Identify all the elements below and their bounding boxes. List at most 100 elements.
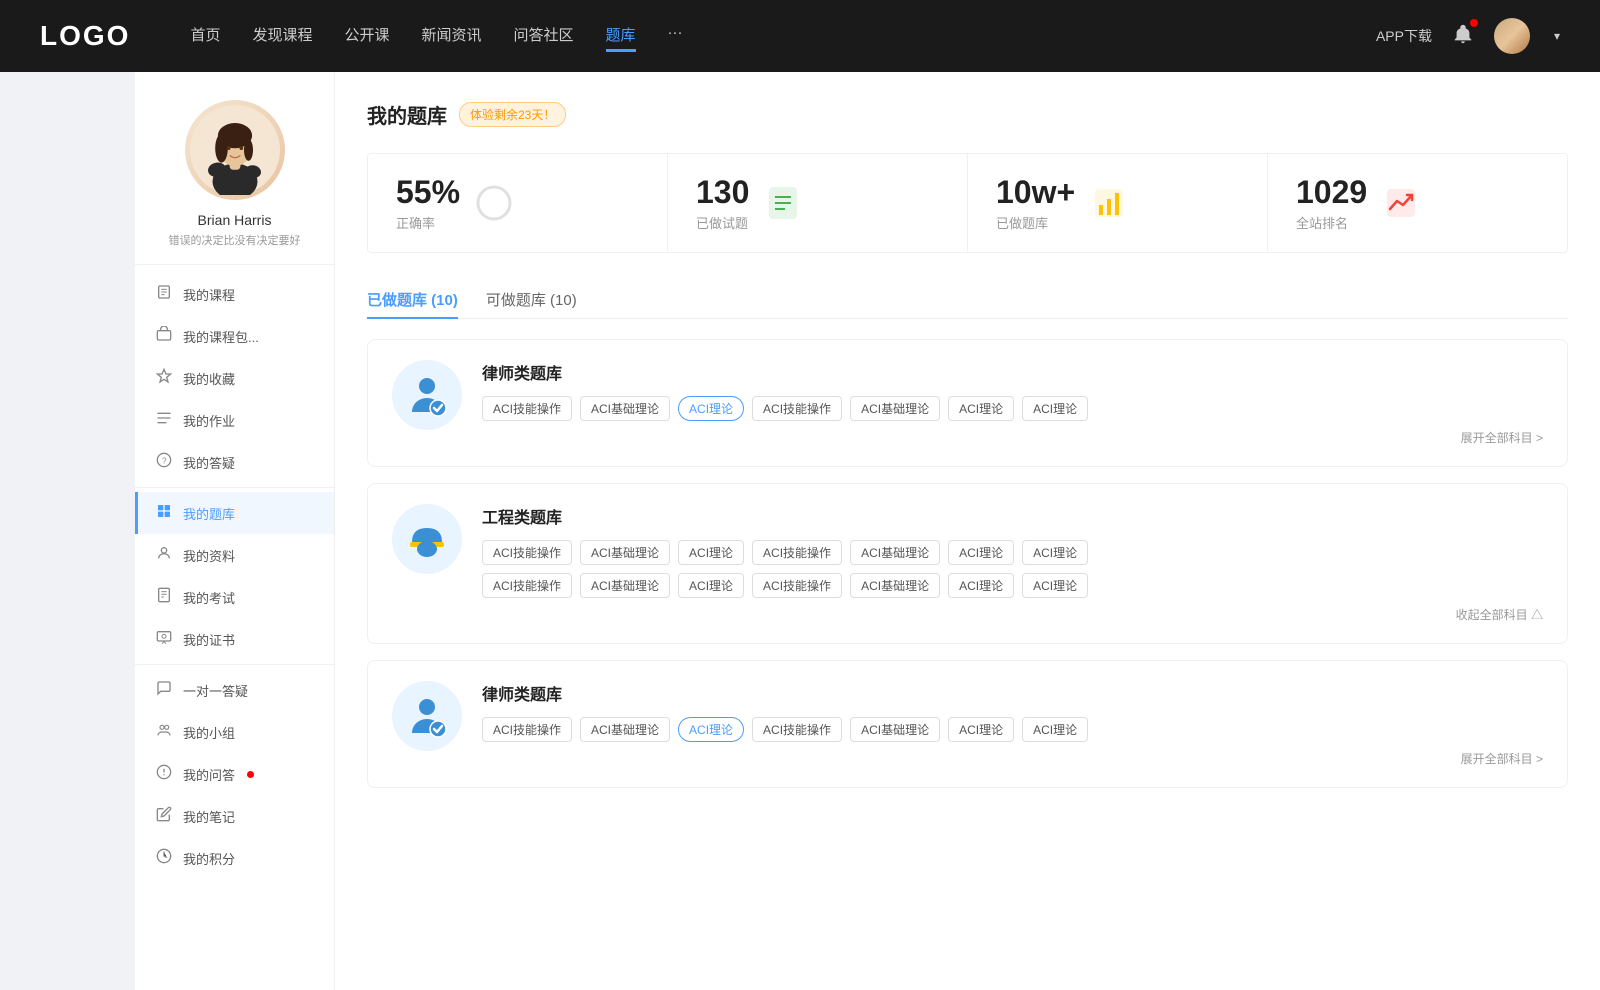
stat-rank-label: 全站排名 xyxy=(1296,213,1367,232)
tag-2-r2-4[interactable]: ACI基础理论 xyxy=(850,573,940,598)
nav-home[interactable]: 首页 xyxy=(190,20,220,52)
tag-1-3[interactable]: ACI技能操作 xyxy=(752,396,842,421)
nav-news[interactable]: 新闻资讯 xyxy=(422,20,482,52)
exam-icon xyxy=(155,587,173,607)
tag-3-6[interactable]: ACI理论 xyxy=(1022,717,1088,742)
tag-1-2[interactable]: ACI理论 xyxy=(678,396,744,421)
tag-1-5[interactable]: ACI理论 xyxy=(948,396,1014,421)
menu-course-package-label: 我的课程包... xyxy=(183,327,259,346)
menu-my-qa[interactable]: 我的问答 xyxy=(135,753,334,795)
bank-title-3: 律师类题库 xyxy=(482,681,1543,705)
qa-icon: ? xyxy=(155,452,173,472)
star-icon xyxy=(155,368,173,388)
menu-homework[interactable]: 我的作业 xyxy=(135,399,334,441)
profile-motto: 错误的决定比没有决定要好 xyxy=(169,232,301,248)
stat-questions-text: 130 已做试题 xyxy=(696,174,749,232)
sidebar-bg xyxy=(0,72,135,990)
nav-qa[interactable]: 问答社区 xyxy=(514,20,574,52)
tag-2-1[interactable]: ACI基础理论 xyxy=(580,540,670,565)
bank-card-1: 律师类题库 ACI技能操作 ACI基础理论 ACI理论 ACI技能操作 ACI基… xyxy=(367,339,1568,467)
menu-points[interactable]: 我的积分 xyxy=(135,837,334,879)
stat-questions-value: 130 xyxy=(696,174,749,211)
tag-2-3[interactable]: ACI技能操作 xyxy=(752,540,842,565)
profile-icon xyxy=(155,545,173,565)
tag-1-0[interactable]: ACI技能操作 xyxy=(482,396,572,421)
menu-my-course[interactable]: 我的课程 xyxy=(135,273,334,315)
group-icon xyxy=(155,722,173,742)
menu-my-qa-label: 我的问答 xyxy=(183,765,235,784)
menu-favorites[interactable]: 我的收藏 xyxy=(135,357,334,399)
tag-3-0[interactable]: ACI技能操作 xyxy=(482,717,572,742)
tag-3-5[interactable]: ACI理论 xyxy=(948,717,1014,742)
menu-divider-1 xyxy=(135,487,334,488)
menu-qa-label: 我的答疑 xyxy=(183,453,235,472)
tag-1-6[interactable]: ACI理论 xyxy=(1022,396,1088,421)
nav-discover[interactable]: 发现课程 xyxy=(252,20,312,52)
notification-badge xyxy=(1470,19,1478,27)
menu-notes[interactable]: 我的笔记 xyxy=(135,795,334,837)
tag-2-0[interactable]: ACI技能操作 xyxy=(482,540,572,565)
menu-my-course-label: 我的课程 xyxy=(183,285,235,304)
stat-banks-label: 已做题库 xyxy=(996,213,1075,232)
user-menu-chevron[interactable]: ▾ xyxy=(1554,29,1560,43)
stat-rank-value: 1029 xyxy=(1296,174,1367,211)
nav-opencourse[interactable]: 公开课 xyxy=(344,20,389,52)
page-header: 我的题库 体验剩余23天！ xyxy=(367,100,1568,129)
stat-accuracy: 55% 正确率 xyxy=(368,154,668,252)
tab-done[interactable]: 已做题库 (10) xyxy=(367,281,458,318)
menu-question-bank[interactable]: 我的题库 xyxy=(135,492,334,534)
menu-course-package[interactable]: 我的课程包... xyxy=(135,315,334,357)
user-avatar[interactable] xyxy=(1494,18,1530,54)
notification-bell[interactable] xyxy=(1452,23,1474,50)
expand-btn-1[interactable]: 展开全部科目 > xyxy=(482,429,1543,446)
stat-accuracy-value: 55% xyxy=(396,174,460,211)
tag-1-4[interactable]: ACI基础理论 xyxy=(850,396,940,421)
tag-2-r2-1[interactable]: ACI基础理论 xyxy=(580,573,670,598)
menu-profile[interactable]: 我的资料 xyxy=(135,534,334,576)
nav-more[interactable]: ··· xyxy=(668,20,683,52)
tag-2-2[interactable]: ACI理论 xyxy=(678,540,744,565)
tab-todo[interactable]: 可做题库 (10) xyxy=(486,281,577,318)
bank-body-2: 工程类题库 ACI技能操作 ACI基础理论 ACI理论 ACI技能操作 ACI基… xyxy=(482,504,1543,623)
tag-2-5[interactable]: ACI理论 xyxy=(948,540,1014,565)
tabs-row: 已做题库 (10) 可做题库 (10) xyxy=(367,281,1568,319)
tag-3-1[interactable]: ACI基础理论 xyxy=(580,717,670,742)
tag-2-4[interactable]: ACI基础理论 xyxy=(850,540,940,565)
menu-points-label: 我的积分 xyxy=(183,849,235,868)
expand-btn-3[interactable]: 展开全部科目 > xyxy=(482,750,1543,767)
bank-tags-row2: ACI技能操作 ACI基础理论 ACI理论 ACI技能操作 ACI基础理论 AC… xyxy=(482,573,1543,598)
menu-certificate[interactable]: 我的证书 xyxy=(135,618,334,660)
menu-exam[interactable]: 我的考试 xyxy=(135,576,334,618)
tag-2-r2-6[interactable]: ACI理论 xyxy=(1022,573,1088,598)
cert-icon xyxy=(155,629,173,649)
menu-profile-label: 我的资料 xyxy=(183,546,235,565)
nav-questions[interactable]: 题库 xyxy=(606,20,636,52)
tag-3-2[interactable]: ACI理论 xyxy=(678,717,744,742)
tag-2-r2-5[interactable]: ACI理论 xyxy=(948,573,1014,598)
stat-banks-done: 10w+ 已做题库 xyxy=(968,154,1268,252)
tag-2-r2-2[interactable]: ACI理论 xyxy=(678,573,744,598)
menu-certificate-label: 我的证书 xyxy=(183,630,235,649)
main-layout: Brian Harris 错误的决定比没有决定要好 我的课程 我的课程包... xyxy=(0,72,1600,990)
rank-icon xyxy=(1381,183,1421,223)
bank-title-2: 工程类题库 xyxy=(482,504,1543,528)
accuracy-icon xyxy=(474,183,514,223)
profile-name: Brian Harris xyxy=(198,212,272,228)
collapse-btn-2[interactable]: 收起全部科目 △ xyxy=(482,606,1543,623)
bank-icon-engineer xyxy=(392,504,462,574)
page-title: 我的题库 xyxy=(367,100,447,129)
tag-2-r2-0[interactable]: ACI技能操作 xyxy=(482,573,572,598)
tag-2-r2-3[interactable]: ACI技能操作 xyxy=(752,573,842,598)
app-download-link[interactable]: APP下载 xyxy=(1376,26,1432,46)
tag-1-1[interactable]: ACI基础理论 xyxy=(580,396,670,421)
tag-3-3[interactable]: ACI技能操作 xyxy=(752,717,842,742)
menu-qa[interactable]: ? 我的答疑 xyxy=(135,441,334,483)
tag-3-4[interactable]: ACI基础理论 xyxy=(850,717,940,742)
menu-tutoring[interactable]: 一对一答疑 xyxy=(135,669,334,711)
tag-2-6[interactable]: ACI理论 xyxy=(1022,540,1088,565)
menu-tutoring-label: 一对一答疑 xyxy=(183,681,248,700)
menu-group[interactable]: 我的小组 xyxy=(135,711,334,753)
bank-card-3: 律师类题库 ACI技能操作 ACI基础理论 ACI理论 ACI技能操作 ACI基… xyxy=(367,660,1568,788)
stat-rank-text: 1029 全站排名 xyxy=(1296,174,1367,232)
homework-icon xyxy=(155,410,173,430)
